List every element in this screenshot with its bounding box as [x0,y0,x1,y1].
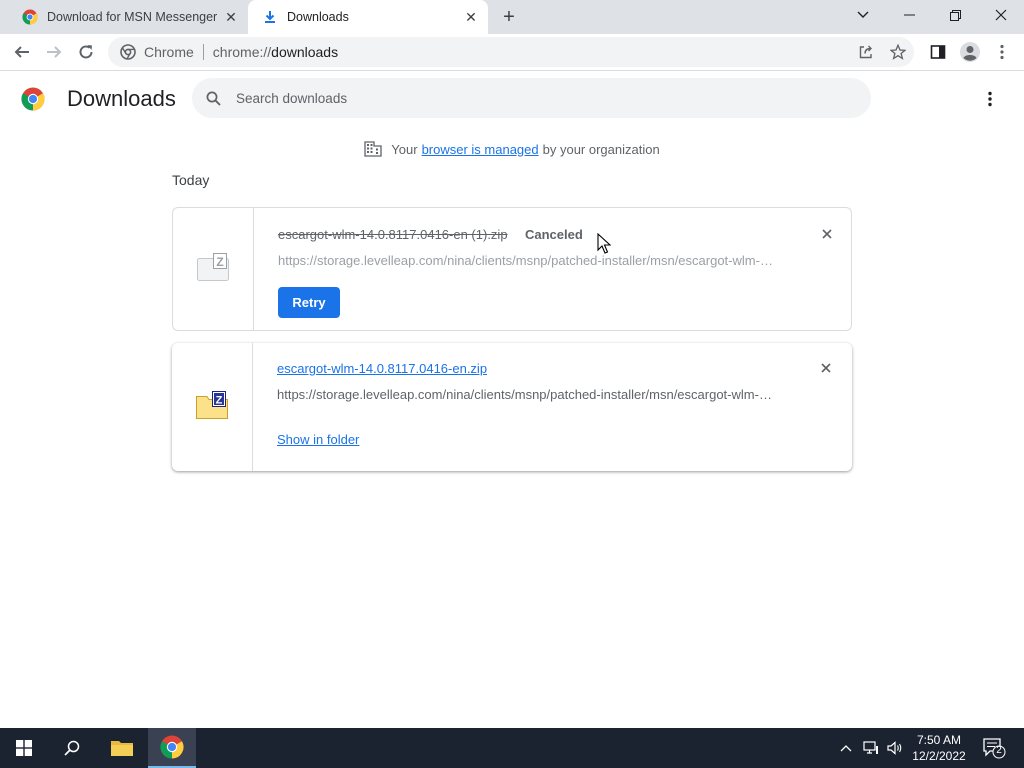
site-info-chip[interactable]: Chrome [120,44,194,60]
file-explorer-button[interactable] [98,728,146,768]
restore-button[interactable] [932,0,978,30]
tab-title: Download for MSN Messenger | Escargot [47,10,220,24]
chrome-icon [120,44,136,60]
page-title: Downloads [67,86,176,111]
chrome-menu-icon[interactable] [988,38,1016,66]
search-downloads-box[interactable] [192,78,871,118]
mouse-cursor-icon [597,232,612,260]
browser-managed-link[interactable]: browser is managed [422,142,539,157]
bookmark-star-icon[interactable] [884,38,912,66]
taskbar-clock[interactable]: 7:50 AM 12/2/2022 [900,732,978,764]
managed-banner: Your browser is managed by your organiza… [0,140,1024,158]
building-icon [364,141,382,157]
search-icon [64,740,80,756]
close-window-button[interactable] [978,0,1024,30]
source-url: https://storage.levelleap.com/nina/clien… [278,253,778,268]
managed-prefix: Your [391,141,418,157]
close-tab-icon[interactable]: ✕ [460,6,482,28]
close-tab-icon[interactable]: ✕ [220,6,242,28]
remove-from-list-icon[interactable] [815,357,837,379]
show-hidden-icons-chevron-icon[interactable] [836,728,856,768]
tab-downloads[interactable]: Downloads ✕ [248,0,488,34]
folder-icon [111,741,133,756]
downloads-header: Downloads [0,72,1024,128]
download-item-canceled: Z escargot-wlm-14.0.8117.0416-en (1).zip… [172,207,852,331]
notification-count-badge: 2 [996,745,1002,756]
chrome-logo-icon [21,87,45,111]
windows-logo-icon [16,740,32,756]
taskbar-search-button[interactable] [48,728,96,768]
address-bar[interactable]: Chrome chrome://downloads [108,37,914,67]
tab-title: Downloads [287,10,349,24]
windows-taskbar: 7:50 AM 12/2/2022 2 [0,728,1024,768]
back-button[interactable] [8,38,36,66]
clock-date: 12/2/2022 [912,749,966,763]
new-tab-button[interactable]: + [496,5,522,29]
file-name-link[interactable]: escargot-wlm-14.0.8117.0416-en.zip [277,361,487,376]
action-center-button[interactable]: 2 [980,728,1008,768]
zip-file-icon: Z [196,252,230,287]
minimize-button[interactable] [886,0,932,30]
search-icon [204,89,222,107]
reload-button[interactable] [72,38,100,66]
network-icon[interactable] [860,728,882,768]
start-button[interactable] [0,728,48,768]
show-in-folder-link[interactable]: Show in folder [277,432,359,447]
svg-text:Z: Z [216,255,223,269]
tab-search-icon[interactable] [840,0,886,30]
url-text: chrome://downloads [212,44,339,60]
remove-from-list-icon[interactable] [816,223,838,245]
download-status: Canceled [525,227,583,242]
svg-text:Z: Z [216,394,223,406]
file-icon-column: Z [172,343,253,471]
download-item-complete: Z escargot-wlm-14.0.8117.0416-en.zip htt… [172,343,852,471]
more-actions-icon[interactable] [978,86,1002,112]
file-icon-column: Z [173,208,254,330]
clock-time: 7:50 AM [916,733,962,747]
chrome-taskbar-button[interactable] [148,728,196,768]
date-section-heading: Today [172,172,210,188]
chrome-favicon-icon [22,9,38,25]
source-url: https://storage.levelleap.com/nina/clien… [277,387,777,402]
file-name-canceled: escargot-wlm-14.0.8117.0416-en (1).zip [278,227,508,242]
zip-file-icon: Z [195,390,229,425]
omnibox-separator [202,44,204,60]
search-input[interactable] [236,90,836,106]
share-icon[interactable] [852,38,880,66]
retry-button[interactable]: Retry [278,287,340,318]
managed-suffix: by your organization [542,141,660,157]
browser-toolbar: Chrome chrome://downloads [0,34,1024,71]
download-icon [262,9,278,25]
forward-button[interactable] [40,38,68,66]
tab-strip: Download for MSN Messenger | Escargot ✕ … [0,0,1024,34]
tab-msn-download[interactable]: Download for MSN Messenger | Escargot ✕ [8,0,248,34]
site-chip-label: Chrome [144,44,194,60]
profile-avatar-icon[interactable] [956,38,984,66]
side-panel-icon[interactable] [924,38,952,66]
chrome-icon [160,735,184,759]
